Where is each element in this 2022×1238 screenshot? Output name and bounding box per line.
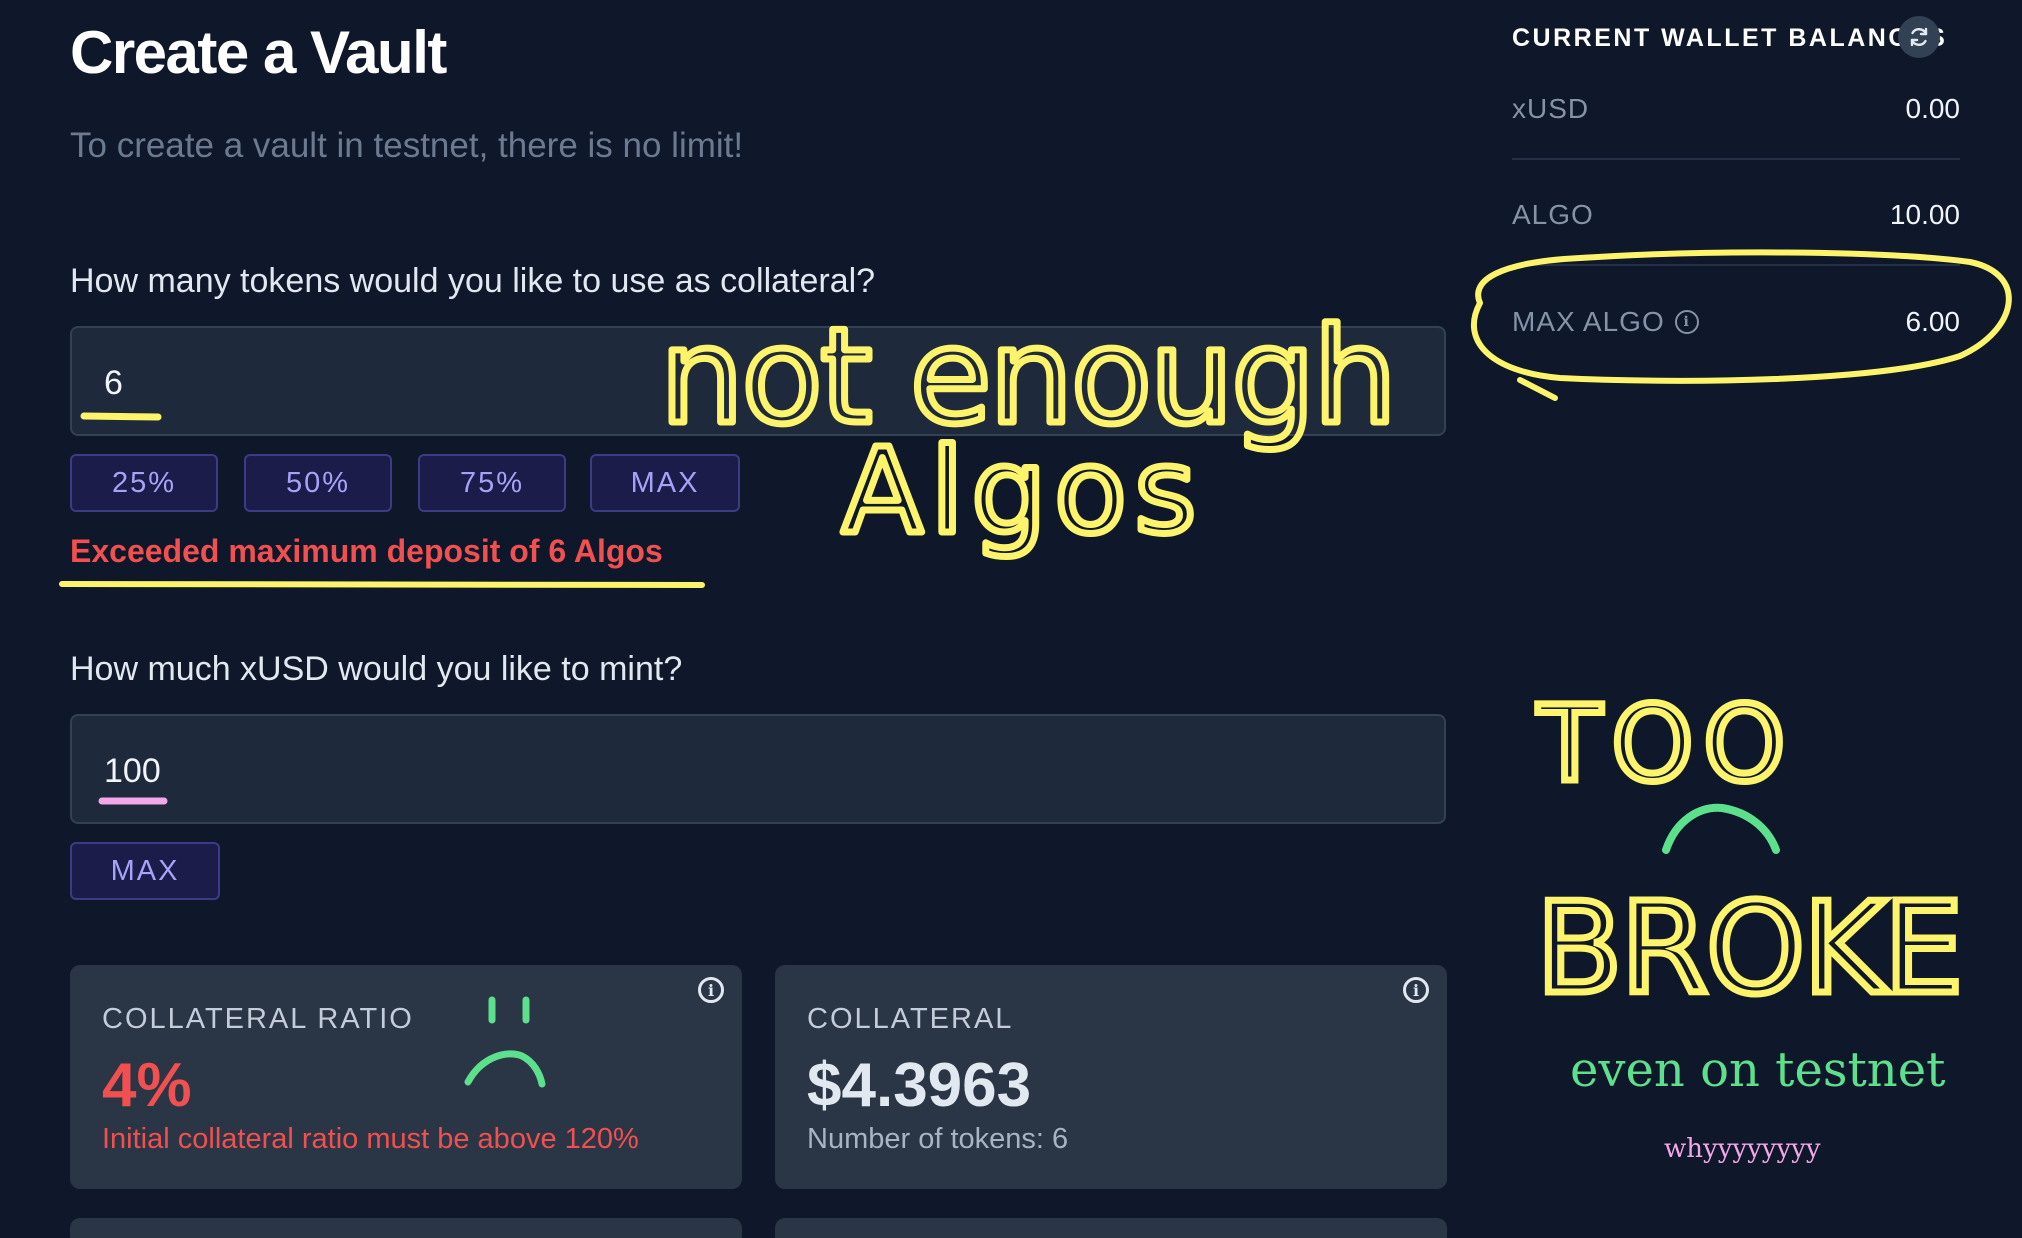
balance-label-wrap: MAX ALGO i	[1512, 306, 1699, 338]
balance-row-algo: ALGO 10.00	[1512, 166, 1960, 266]
collateral-input[interactable]: 6	[70, 326, 1446, 436]
annotation-even-on-testnet: even on testnet	[1570, 1042, 1946, 1098]
collateral-max-button[interactable]: MAX	[590, 454, 740, 512]
collateral-ratio-card: COLLATERAL RATIO i 4% Initial collateral…	[70, 965, 742, 1189]
page-subtitle: To create a vault in testnet, there is n…	[70, 126, 744, 165]
card-edge	[775, 1218, 1447, 1238]
balance-row-xusd: xUSD 0.00	[1512, 60, 1960, 160]
balance-value: 0.00	[1905, 93, 1961, 124]
info-icon[interactable]: i	[1403, 977, 1429, 1003]
mint-max-button[interactable]: MAX	[70, 842, 220, 900]
info-icon[interactable]: i	[698, 977, 724, 1003]
card-edge	[70, 1218, 742, 1238]
mint-question: How much xUSD would you like to mint?	[70, 650, 683, 688]
balance-row-max-algo: MAX ALGO i 6.00	[1512, 272, 1960, 372]
collateral-75-button[interactable]: 75%	[418, 454, 566, 512]
collateral-value: $4.3963	[807, 1051, 1032, 1120]
collateral-token-count: Number of tokens: 6	[807, 1123, 1069, 1155]
collateral-25-button[interactable]: 25%	[70, 454, 218, 512]
refresh-icon	[1910, 27, 1928, 47]
collateral-error-message: Exceeded maximum deposit of 6 Algos	[70, 533, 663, 569]
collateral-label: COLLATERAL	[807, 1003, 1014, 1035]
page-title: Create a Vault	[70, 19, 447, 86]
collateral-question: How many tokens would you like to use as…	[70, 262, 876, 300]
collateral-ratio-label: COLLATERAL RATIO	[102, 1003, 414, 1035]
annotation-too: TOO	[1537, 683, 1795, 805]
annotation-why: whyyyyyyyy	[1664, 1134, 1821, 1164]
info-icon[interactable]: i	[1674, 310, 1699, 334]
mint-input-value: 100	[104, 752, 161, 790]
annotation-broke: BROKE	[1536, 875, 1961, 1022]
mint-input[interactable]: 100	[70, 714, 1446, 824]
balance-label: MAX ALGO	[1512, 306, 1665, 337]
collateral-card: COLLATERAL i $4.3963 Number of tokens: 6	[775, 965, 1447, 1189]
balance-label: xUSD	[1512, 93, 1590, 124]
collateral-ratio-value: 4%	[102, 1051, 192, 1120]
balance-value: 6.00	[1905, 306, 1961, 337]
collateral-input-value: 6	[104, 364, 123, 402]
annotation-algos: Algos	[842, 422, 1204, 560]
balance-value: 10.00	[1889, 199, 1960, 230]
refresh-button[interactable]	[1898, 16, 1940, 58]
collateral-50-button[interactable]: 50%	[244, 454, 392, 512]
wallet-balances-title: CURRENT WALLET BALANCES	[1512, 24, 1948, 52]
balance-label: ALGO	[1512, 199, 1594, 230]
collateral-ratio-warning: Initial collateral ratio must be above 1…	[102, 1123, 639, 1155]
